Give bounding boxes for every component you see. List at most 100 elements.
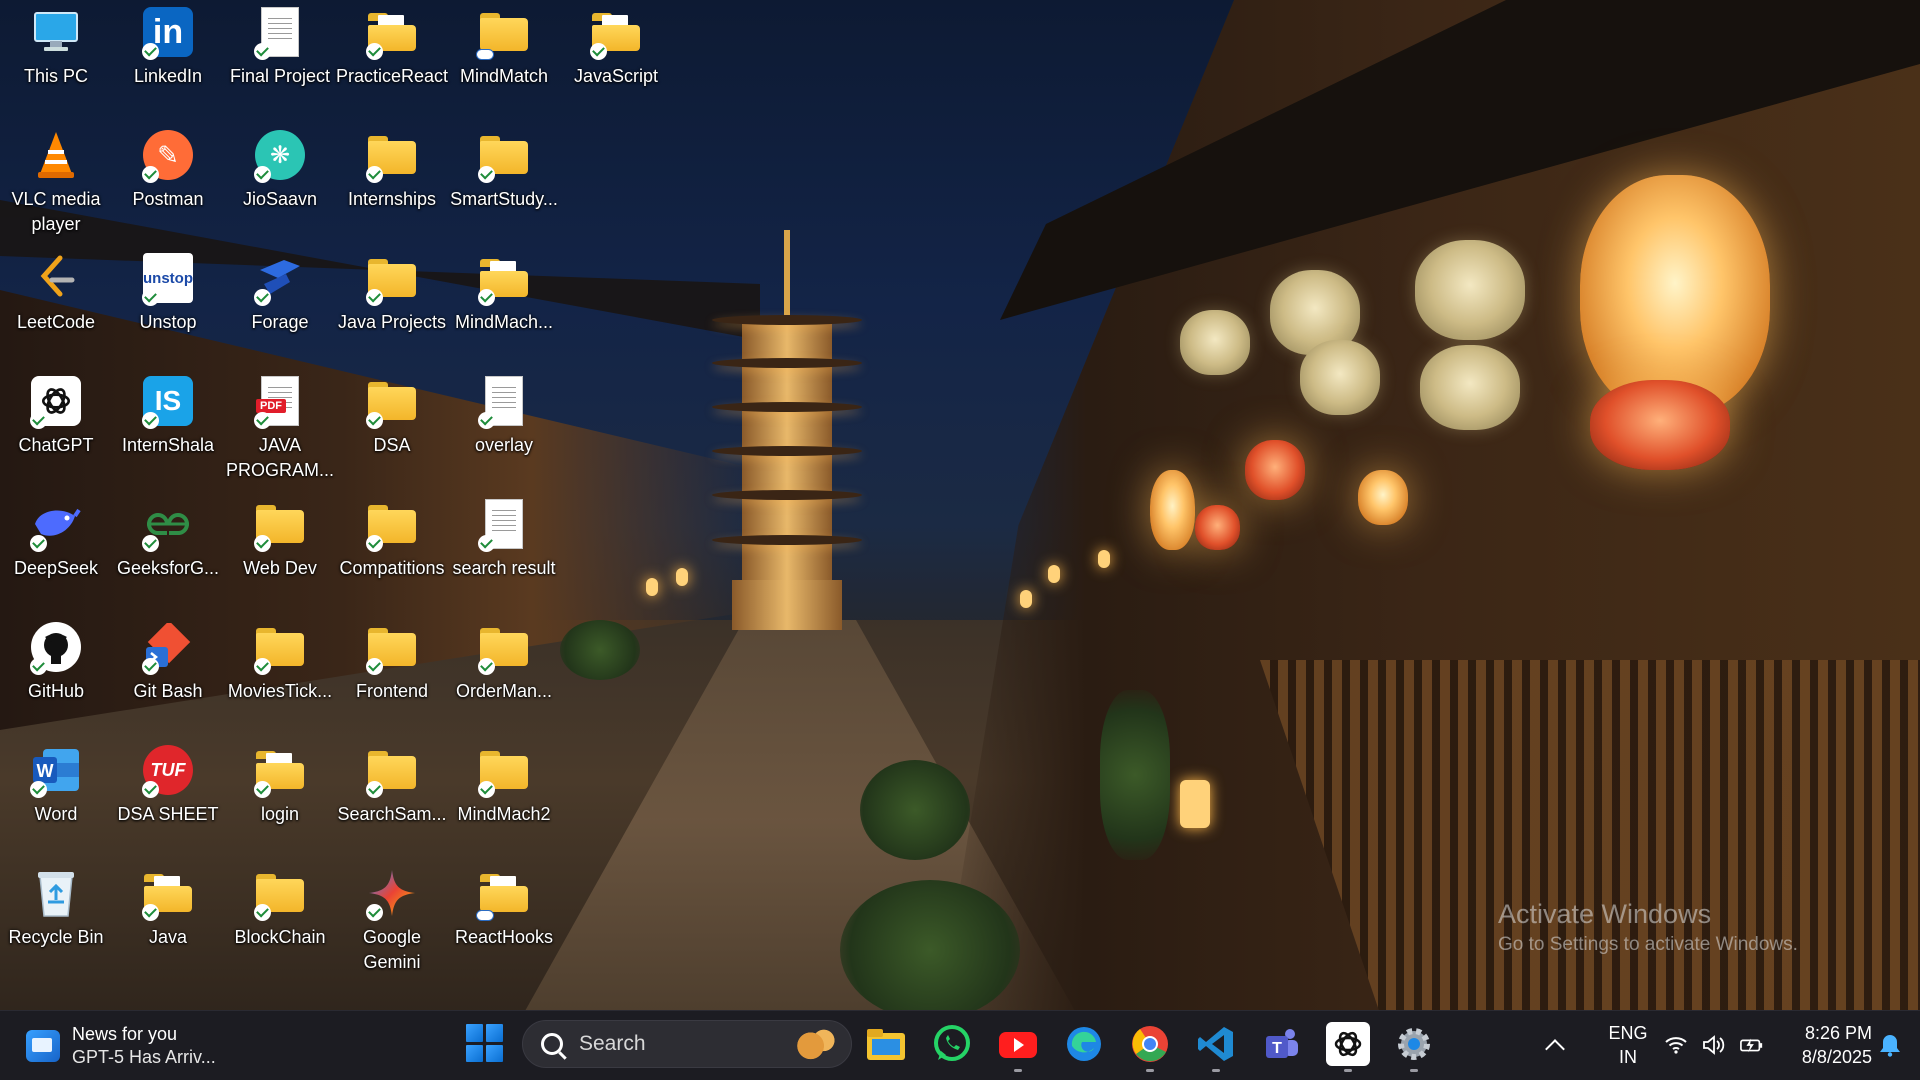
synced-status-icon bbox=[366, 166, 383, 183]
synced-status-icon bbox=[142, 904, 159, 921]
chatgpt-icon[interactable] bbox=[1326, 1022, 1370, 1072]
synced-status-icon bbox=[366, 658, 383, 675]
desktop-icon[interactable]: PDF JAVA PROGRAM... bbox=[224, 369, 336, 487]
wallpaper-lantern bbox=[1300, 340, 1380, 415]
desktop-icon[interactable]: Java Projects bbox=[336, 246, 448, 364]
folder-icon bbox=[366, 744, 418, 798]
desktop-icon[interactable]: GeeksforG... bbox=[112, 492, 224, 610]
desktop-icon[interactable]: Google Gemini bbox=[336, 861, 448, 979]
youtube-icon[interactable] bbox=[996, 1022, 1040, 1072]
start-button[interactable] bbox=[466, 1024, 504, 1062]
notifications-button[interactable] bbox=[1868, 1010, 1912, 1080]
synced-status-icon bbox=[30, 535, 47, 552]
folder-icon bbox=[254, 498, 306, 552]
desktop-icon-label: JioSaavn bbox=[242, 189, 318, 209]
desktop-icon[interactable]: search result bbox=[448, 492, 560, 610]
show-hidden-icons-button[interactable] bbox=[1545, 1010, 1565, 1080]
settings-icon[interactable] bbox=[1392, 1022, 1436, 1072]
desktop-icon[interactable]: ReactHooks bbox=[448, 861, 560, 979]
taskbar-search-box[interactable]: Search bbox=[522, 1020, 852, 1068]
desktop-icon[interactable]: OrderMan... bbox=[448, 615, 560, 733]
desktop-icon[interactable]: in LinkedIn bbox=[112, 0, 224, 118]
vscode-icon[interactable] bbox=[1194, 1022, 1238, 1072]
desktop-icon[interactable]: GitHub bbox=[0, 615, 112, 733]
desktop-icon[interactable]: DSA bbox=[336, 369, 448, 487]
desktop-icon[interactable]: VLC media player bbox=[0, 123, 112, 241]
desktop-icon-label: Java Projects bbox=[337, 312, 447, 332]
chrome-icon[interactable] bbox=[1128, 1022, 1172, 1072]
desktop-icon[interactable]: SmartStudy... bbox=[448, 123, 560, 241]
svg-text:W: W bbox=[37, 761, 54, 781]
language-code: ENG bbox=[1608, 1023, 1648, 1043]
desktop-icon[interactable]: MoviesTick... bbox=[224, 615, 336, 733]
internshala-icon: IS bbox=[142, 375, 194, 429]
desktop-icon[interactable]: W Word bbox=[0, 738, 112, 856]
desktop-icon[interactable]: Frontend bbox=[336, 615, 448, 733]
desktop-icon[interactable]: overlay bbox=[448, 369, 560, 487]
document-icon bbox=[254, 6, 306, 60]
news-title: News for you bbox=[72, 1024, 178, 1044]
forage-icon bbox=[254, 252, 306, 306]
synced-status-icon bbox=[366, 412, 383, 429]
desktop-icon[interactable]: MindMach... bbox=[448, 246, 560, 364]
teams-icon[interactable]: T bbox=[1260, 1022, 1304, 1066]
synced-status-icon bbox=[478, 658, 495, 675]
wallpaper-lantern bbox=[1180, 310, 1250, 375]
desktop-icon[interactable]: ChatGPT bbox=[0, 369, 112, 487]
document-icon bbox=[478, 375, 530, 429]
desktop-icon-label: This PC bbox=[23, 66, 88, 86]
synced-status-icon bbox=[478, 166, 495, 183]
news-icon bbox=[26, 1030, 60, 1062]
input-language-indicator[interactable]: ENG IN bbox=[1598, 1010, 1658, 1080]
desktop-icon[interactable]: Final Project bbox=[224, 0, 336, 118]
desktop-icon-label: Frontend bbox=[355, 681, 429, 701]
wallpaper-lantern bbox=[1358, 470, 1408, 525]
desktop-icon[interactable]: Java bbox=[112, 861, 224, 979]
desktop-icon[interactable]: MindMatch bbox=[448, 0, 560, 118]
desktop-icon[interactable]: login bbox=[224, 738, 336, 856]
desktop-icon[interactable]: PracticeReact bbox=[336, 0, 448, 118]
desktop-icon[interactable]: unstop Unstop bbox=[112, 246, 224, 364]
folder-icon bbox=[366, 6, 418, 60]
synced-status-icon bbox=[142, 781, 159, 798]
cloud-status-icon bbox=[476, 49, 494, 60]
synced-status-icon bbox=[254, 535, 271, 552]
desktop-icon[interactable]: Internships bbox=[336, 123, 448, 241]
battery-charging-icon bbox=[1740, 1033, 1764, 1057]
desktop-icon[interactable]: DeepSeek bbox=[0, 492, 112, 610]
desktop-icon[interactable]: Web Dev bbox=[224, 492, 336, 610]
news-widget[interactable]: News for you GPT-5 Has Arriv... bbox=[26, 1021, 216, 1071]
synced-status-icon bbox=[254, 43, 271, 60]
this-pc-icon bbox=[30, 6, 82, 58]
desktop-icon[interactable]: Git Bash bbox=[112, 615, 224, 733]
synced-status-icon bbox=[478, 412, 495, 429]
synced-status-icon bbox=[478, 289, 495, 306]
desktop-icon[interactable]: JavaScript bbox=[560, 0, 672, 118]
desktop-icon[interactable]: LeetCode bbox=[0, 246, 112, 364]
desktop-icon[interactable]: MindMach2 bbox=[448, 738, 560, 856]
desktop-icon[interactable]: This PC bbox=[0, 0, 112, 118]
desktop-icon[interactable]: SearchSam... bbox=[336, 738, 448, 856]
desktop-icon[interactable]: IS InternShala bbox=[112, 369, 224, 487]
edge-icon[interactable] bbox=[1062, 1022, 1106, 1066]
desktop-icon-label: Forage bbox=[251, 312, 309, 332]
quick-settings-button[interactable] bbox=[1664, 1010, 1764, 1080]
desktop-icon[interactable]: ✎ Postman bbox=[112, 123, 224, 241]
desktop-icon-label: JAVA PROGRAM... bbox=[225, 435, 334, 480]
desktop-icon[interactable]: ❋ JioSaavn bbox=[224, 123, 336, 241]
svg-text:T: T bbox=[1272, 1040, 1282, 1057]
desktop-icon[interactable]: Recycle Bin bbox=[0, 861, 112, 979]
wallpaper-lantern bbox=[1195, 505, 1240, 550]
desktop-icon-label: overlay bbox=[474, 435, 534, 455]
synced-status-icon bbox=[142, 166, 159, 183]
desktop-icon[interactable]: BlockChain bbox=[224, 861, 336, 979]
synced-status-icon bbox=[254, 904, 271, 921]
desktop-icon[interactable]: Compatitions bbox=[336, 492, 448, 610]
file-explorer-icon[interactable] bbox=[864, 1022, 908, 1066]
clock[interactable]: 8:26 PM 8/8/2025 bbox=[1772, 1010, 1872, 1080]
region-code: IN bbox=[1619, 1047, 1637, 1067]
desktop-icon[interactable]: TUF DSA SHEET bbox=[112, 738, 224, 856]
desktop-icon[interactable]: Forage bbox=[224, 246, 336, 364]
whatsapp-icon[interactable] bbox=[930, 1022, 974, 1066]
desktop-icon-label: MindMach2 bbox=[457, 804, 551, 824]
